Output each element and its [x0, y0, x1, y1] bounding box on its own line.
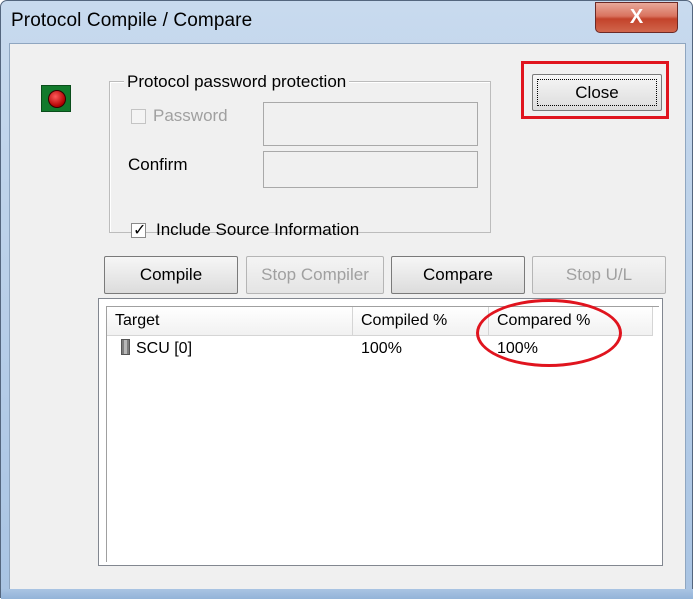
title-bar: Protocol Compile / Compare X — [1, 1, 692, 43]
compile-button-label: Compile — [139, 265, 203, 284]
stop-ul-button[interactable]: Stop U/L — [532, 256, 666, 294]
password-label: Password — [153, 106, 228, 125]
stop-ul-button-label: Stop U/L — [565, 265, 633, 284]
password-protection-group-label: Protocol password protection — [124, 72, 350, 92]
compiled-cell: 100% — [361, 340, 402, 357]
highlight-rectangle — [521, 61, 669, 119]
include-source-label: Include Source Information — [156, 220, 360, 239]
compare-button-label: Compare — [423, 265, 493, 284]
include-source-checkbox[interactable]: ✓ — [131, 222, 147, 239]
stop-compiler-button[interactable]: Stop Compiler — [246, 256, 384, 294]
confirm-label: Confirm — [128, 155, 188, 174]
password-checkbox[interactable] — [131, 109, 146, 124]
window-close-button[interactable]: X — [595, 2, 678, 33]
confirm-field[interactable] — [263, 151, 478, 188]
compare-button[interactable]: Compare — [391, 256, 525, 294]
highlight-ellipse — [476, 299, 622, 367]
password-field[interactable] — [263, 102, 478, 146]
window-title: Protocol Compile / Compare — [11, 10, 253, 31]
checkmark-icon: ✓ — [133, 222, 147, 239]
column-header-target[interactable]: Target — [107, 307, 353, 335]
close-icon: X — [629, 6, 644, 28]
stop-compiler-button-label: Stop Compiler — [261, 265, 369, 284]
target-cell: SCU [0] — [121, 338, 192, 360]
record-icon — [41, 85, 71, 112]
device-icon — [121, 339, 130, 355]
column-header-compiled[interactable]: Compiled % — [353, 307, 489, 335]
target-name: SCU [0] — [136, 340, 193, 357]
compile-button[interactable]: Compile — [104, 256, 238, 294]
